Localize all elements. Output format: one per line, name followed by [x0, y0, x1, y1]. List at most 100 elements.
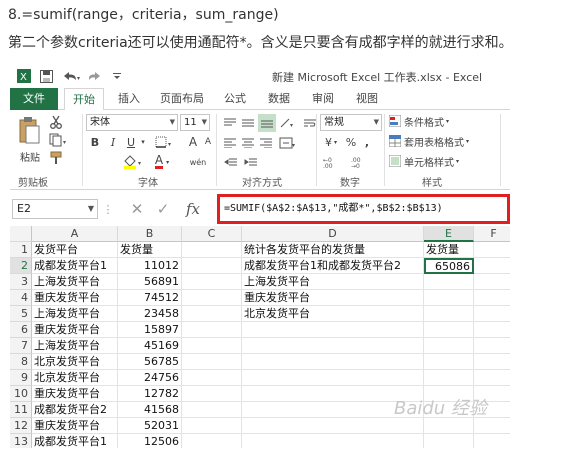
- cell-d2[interactable]: 成都发货平台1和成都发货平台2: [242, 258, 424, 274]
- row-header-5[interactable]: 5: [10, 306, 32, 322]
- cell-c9[interactable]: [182, 370, 242, 386]
- tab-formulas[interactable]: 公式: [218, 88, 252, 110]
- cell-e6[interactable]: [424, 322, 474, 338]
- align-middle-icon[interactable]: [240, 116, 256, 130]
- enter-icon[interactable]: ✓: [154, 200, 172, 218]
- cell-b2[interactable]: 11012: [118, 258, 182, 274]
- cell-f6[interactable]: [474, 322, 510, 338]
- table-format-button[interactable]: 套用表格格式 ▾: [404, 134, 486, 149]
- row-header-7[interactable]: 7: [10, 338, 32, 354]
- cell-c10[interactable]: [182, 386, 242, 402]
- merge-center-icon[interactable]: ▾: [278, 136, 298, 150]
- column-header-d[interactable]: D: [242, 226, 424, 242]
- font-name-select[interactable]: 宋体 ▼: [86, 114, 178, 131]
- cell-a1[interactable]: 发货平台: [32, 242, 118, 258]
- copy-icon[interactable]: ▾: [48, 132, 70, 148]
- cell-c6[interactable]: [182, 322, 242, 338]
- italic-button[interactable]: I: [106, 134, 120, 150]
- cell-a6[interactable]: 重庆发货平台: [32, 322, 118, 338]
- row-header-3[interactable]: 3: [10, 274, 32, 290]
- cell-d6[interactable]: [242, 322, 424, 338]
- cell-e12[interactable]: [424, 418, 474, 434]
- cell-a9[interactable]: 北京发货平台: [32, 370, 118, 386]
- format-painter-icon[interactable]: [48, 150, 64, 166]
- accounting-format-button[interactable]: ¥ ▾: [320, 134, 342, 150]
- cell-styles-button[interactable]: 单元格样式 ▾: [404, 154, 476, 169]
- tab-view[interactable]: 视图: [350, 88, 384, 110]
- cell-c13[interactable]: [182, 434, 242, 448]
- cell-f1[interactable]: [474, 242, 510, 258]
- row-header-1[interactable]: 1: [10, 242, 32, 258]
- cell-d3[interactable]: 上海发货平台: [242, 274, 424, 290]
- conditional-format-icon[interactable]: [388, 114, 402, 128]
- cell-e3[interactable]: [424, 274, 474, 290]
- column-header-c[interactable]: C: [182, 226, 242, 242]
- insert-function-button[interactable]: fx: [180, 198, 206, 220]
- decrease-decimal-icon[interactable]: .00 →0: [350, 154, 374, 170]
- cell-d8[interactable]: [242, 354, 424, 370]
- font-color-button[interactable]: A ▾: [150, 154, 174, 170]
- align-left-icon[interactable]: [222, 136, 238, 150]
- cell-b9[interactable]: 24756: [118, 370, 182, 386]
- column-header-b[interactable]: B: [118, 226, 182, 242]
- comma-button[interactable]: ,: [360, 134, 374, 150]
- name-box[interactable]: E2 ▼: [12, 199, 98, 219]
- select-all-corner[interactable]: [10, 226, 32, 242]
- tab-file[interactable]: 文件: [10, 88, 58, 110]
- cell-a4[interactable]: 重庆发货平台: [32, 290, 118, 306]
- cell-styles-icon[interactable]: [388, 154, 402, 168]
- cell-b12[interactable]: 52031: [118, 418, 182, 434]
- cell-f12[interactable]: [474, 418, 510, 434]
- column-header-e[interactable]: E: [424, 226, 474, 242]
- row-header-12[interactable]: 12: [10, 418, 32, 434]
- cell-b10[interactable]: 12782: [118, 386, 182, 402]
- cell-e7[interactable]: [424, 338, 474, 354]
- number-format-select[interactable]: 常规 ▼: [320, 114, 382, 131]
- increase-indent-icon[interactable]: [242, 156, 260, 170]
- row-header-10[interactable]: 10: [10, 386, 32, 402]
- cell-f3[interactable]: [474, 274, 510, 290]
- cell-a5[interactable]: 上海发货平台: [32, 306, 118, 322]
- cancel-icon[interactable]: ✕: [128, 200, 146, 218]
- table-format-icon[interactable]: [388, 134, 402, 148]
- cell-e1[interactable]: 发货量: [424, 242, 474, 258]
- cell-f13[interactable]: [474, 434, 510, 448]
- cell-b3[interactable]: 56891: [118, 274, 182, 290]
- tab-review[interactable]: 审阅: [306, 88, 340, 110]
- orientation-icon[interactable]: ▾: [278, 116, 298, 130]
- redo-icon[interactable]: [88, 67, 104, 85]
- paste-button[interactable]: 粘贴: [16, 150, 44, 164]
- cell-d1[interactable]: 统计各发货平台的发货量: [242, 242, 424, 258]
- cell-a11[interactable]: 成都发货平台2: [32, 402, 118, 418]
- cell-c12[interactable]: [182, 418, 242, 434]
- bold-button[interactable]: B: [88, 134, 102, 150]
- cell-f8[interactable]: [474, 354, 510, 370]
- increase-decimal-icon[interactable]: ←0.00: [322, 154, 346, 170]
- row-header-11[interactable]: 11: [10, 402, 32, 418]
- cell-a12[interactable]: 重庆发货平台: [32, 418, 118, 434]
- cell-f9[interactable]: [474, 370, 510, 386]
- conditional-format-button[interactable]: 条件格式 ▾: [404, 114, 466, 129]
- cell-c2[interactable]: [182, 258, 242, 274]
- cell-a3[interactable]: 上海发货平台: [32, 274, 118, 290]
- cell-b1[interactable]: 发货量: [118, 242, 182, 258]
- cell-d13[interactable]: [242, 434, 424, 448]
- cell-e8[interactable]: [424, 354, 474, 370]
- tab-insert[interactable]: 插入: [112, 88, 146, 110]
- decrease-indent-icon[interactable]: [222, 156, 240, 170]
- cell-e5[interactable]: [424, 306, 474, 322]
- tab-data[interactable]: 数据: [262, 88, 296, 110]
- cell-d4[interactable]: 重庆发货平台: [242, 290, 424, 306]
- cell-c4[interactable]: [182, 290, 242, 306]
- cell-b6[interactable]: 15897: [118, 322, 182, 338]
- cell-b5[interactable]: 23458: [118, 306, 182, 322]
- cell-c8[interactable]: [182, 354, 242, 370]
- cell-b13[interactable]: 12506: [118, 434, 182, 448]
- chevron-down-icon[interactable]: ▾: [138, 134, 148, 150]
- align-bottom-icon[interactable]: [258, 114, 276, 132]
- cell-f2[interactable]: [474, 258, 510, 274]
- align-right-icon[interactable]: [258, 136, 274, 150]
- cell-a2[interactable]: 成都发货平台1: [32, 258, 118, 274]
- cell-a8[interactable]: 北京发货平台: [32, 354, 118, 370]
- cell-c3[interactable]: [182, 274, 242, 290]
